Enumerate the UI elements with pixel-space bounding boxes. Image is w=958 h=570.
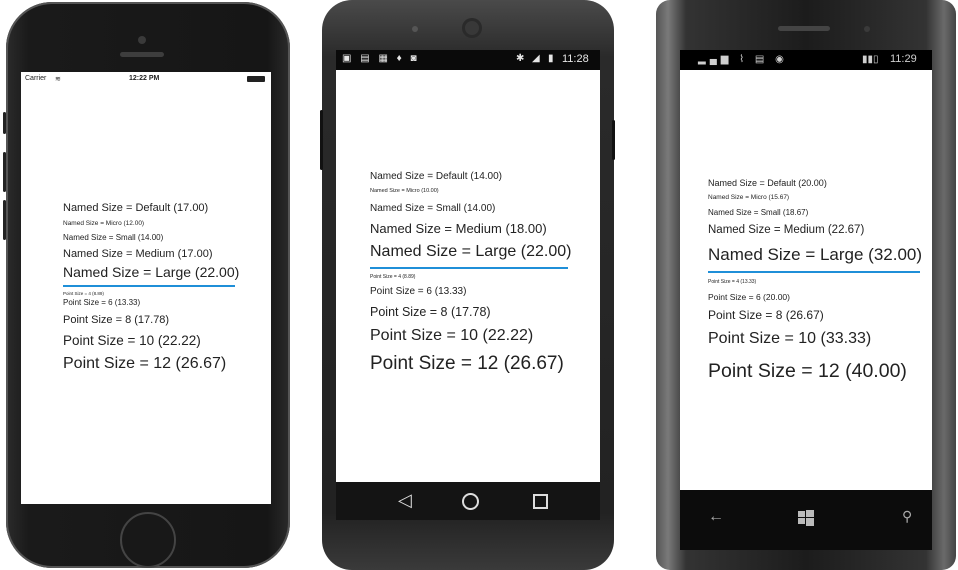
windows-screen: Named Size = Default (20.00) Named Size … — [680, 70, 932, 490]
battery-icon — [247, 76, 265, 82]
back-icon[interactable]: ◁ — [398, 490, 412, 511]
android-nav-bar: ◁ — [336, 482, 600, 520]
search-icon[interactable]: ⚲ — [902, 508, 912, 525]
label-point-8: Point Size = 8 (17.78) — [370, 305, 491, 319]
status-time: 11:28 — [562, 53, 589, 65]
battery-icon: ▮ — [548, 53, 554, 64]
carrier-label: Carrier — [25, 75, 47, 82]
mute-switch — [3, 112, 6, 134]
separator-line — [63, 285, 235, 287]
volume-rocker — [320, 110, 323, 170]
android-status-bar: ▣ ▤ ▦ ♦ ◙ ✱ ◢ ▮ 11:28 — [336, 50, 600, 70]
home-button[interactable] — [120, 512, 176, 568]
iphone-device: Carrier ≋ 12:22 PM Named Size = Default … — [3, 2, 290, 568]
label-point-4: Point Size = 4 (13.33) — [708, 279, 757, 285]
label-named-large: Named Size = Large (22.00) — [63, 264, 240, 280]
windows-status-bar: ▂▄▆ ⌇ ▤ ◉ ▮▮▯ 11:29 — [680, 50, 932, 70]
front-camera — [138, 36, 146, 44]
android-device: ▣ ▤ ▦ ♦ ◙ ✱ ◢ ▮ 11:28 Named Size = Defau… — [320, 0, 615, 570]
signal-wifi-icons: ▂▄▆ ⌇ ▤ ◉ — [698, 54, 788, 65]
home-icon[interactable] — [462, 493, 479, 510]
label-named-small: Named Size = Small (14.00) — [63, 233, 164, 242]
label-point-6: Point Size = 6 (20.00) — [708, 292, 790, 302]
volume-up-button — [3, 152, 6, 192]
earpiece-speaker — [778, 26, 830, 31]
battery-icon: ▮▮▯ — [862, 54, 879, 65]
windows-start-icon[interactable] — [798, 510, 814, 526]
label-named-micro: Named Size = Micro (12.00) — [63, 220, 145, 227]
label-named-large: Named Size = Large (32.00) — [708, 245, 923, 264]
iphone-screen: Carrier ≋ 12:22 PM Named Size = Default … — [21, 72, 271, 504]
back-arrow-icon[interactable]: ← — [708, 508, 724, 526]
separator-line — [708, 271, 920, 273]
label-named-medium: Named Size = Medium (22.67) — [708, 224, 865, 236]
status-time: 12:22 PM — [129, 75, 160, 82]
label-named-large: Named Size = Large (22.00) — [370, 243, 572, 260]
label-point-10: Point Size = 10 (33.33) — [708, 330, 872, 347]
android-screen: Named Size = Default (14.00) Named Size … — [336, 70, 600, 482]
label-point-10: Point Size = 10 (22.22) — [63, 333, 201, 348]
windows-phone-device: ▂▄▆ ⌇ ▤ ◉ ▮▮▯ 11:29 Named Size = Default… — [656, 0, 956, 570]
label-named-micro: Named Size = Micro (15.67) — [708, 194, 790, 201]
earpiece-speaker — [120, 52, 164, 57]
windows-nav-bar: ← ⚲ — [680, 490, 932, 550]
label-point-4: Point Size = 4 (8.89) — [63, 291, 104, 296]
power-button — [612, 120, 615, 160]
ios-status-bar: Carrier ≋ 12:22 PM — [21, 72, 271, 86]
label-named-micro: Named Size = Micro (10.00) — [370, 188, 439, 194]
proximity-sensor — [412, 26, 418, 32]
notification-icons: ▣ ▤ ▦ ♦ ◙ — [342, 53, 420, 64]
label-point-10: Point Size = 10 (22.22) — [370, 327, 534, 344]
wifi-icon: ≋ — [55, 76, 61, 83]
status-time: 11:29 — [890, 53, 917, 65]
label-point-12: Point Size = 12 (26.67) — [63, 355, 227, 372]
label-named-medium: Named Size = Medium (18.00) — [370, 221, 547, 236]
label-named-default: Named Size = Default (20.00) — [708, 178, 827, 188]
label-point-8: Point Size = 8 (26.67) — [708, 308, 824, 322]
label-point-6: Point Size = 6 (13.33) — [63, 298, 141, 307]
front-camera — [462, 18, 482, 38]
recents-icon[interactable] — [533, 494, 548, 509]
label-point-8: Point Size = 8 (17.78) — [63, 314, 170, 326]
front-camera — [864, 26, 870, 32]
label-named-small: Named Size = Small (14.00) — [370, 203, 496, 214]
label-named-default: Named Size = Default (17.00) — [63, 202, 209, 214]
label-point-4: Point Size = 4 (8.89) — [370, 274, 416, 280]
volume-down-button — [3, 200, 6, 240]
label-point-12: Point Size = 12 (40.00) — [708, 360, 907, 382]
signal-icon: ◢ — [532, 53, 540, 64]
label-point-12: Point Size = 12 (26.67) — [370, 353, 564, 374]
label-named-medium: Named Size = Medium (17.00) — [63, 248, 213, 260]
label-named-small: Named Size = Small (18.67) — [708, 208, 809, 217]
label-point-6: Point Size = 6 (13.33) — [370, 286, 467, 297]
separator-line — [370, 267, 568, 269]
label-named-default: Named Size = Default (14.00) — [370, 171, 503, 182]
bluetooth-icon: ✱ — [516, 53, 525, 64]
